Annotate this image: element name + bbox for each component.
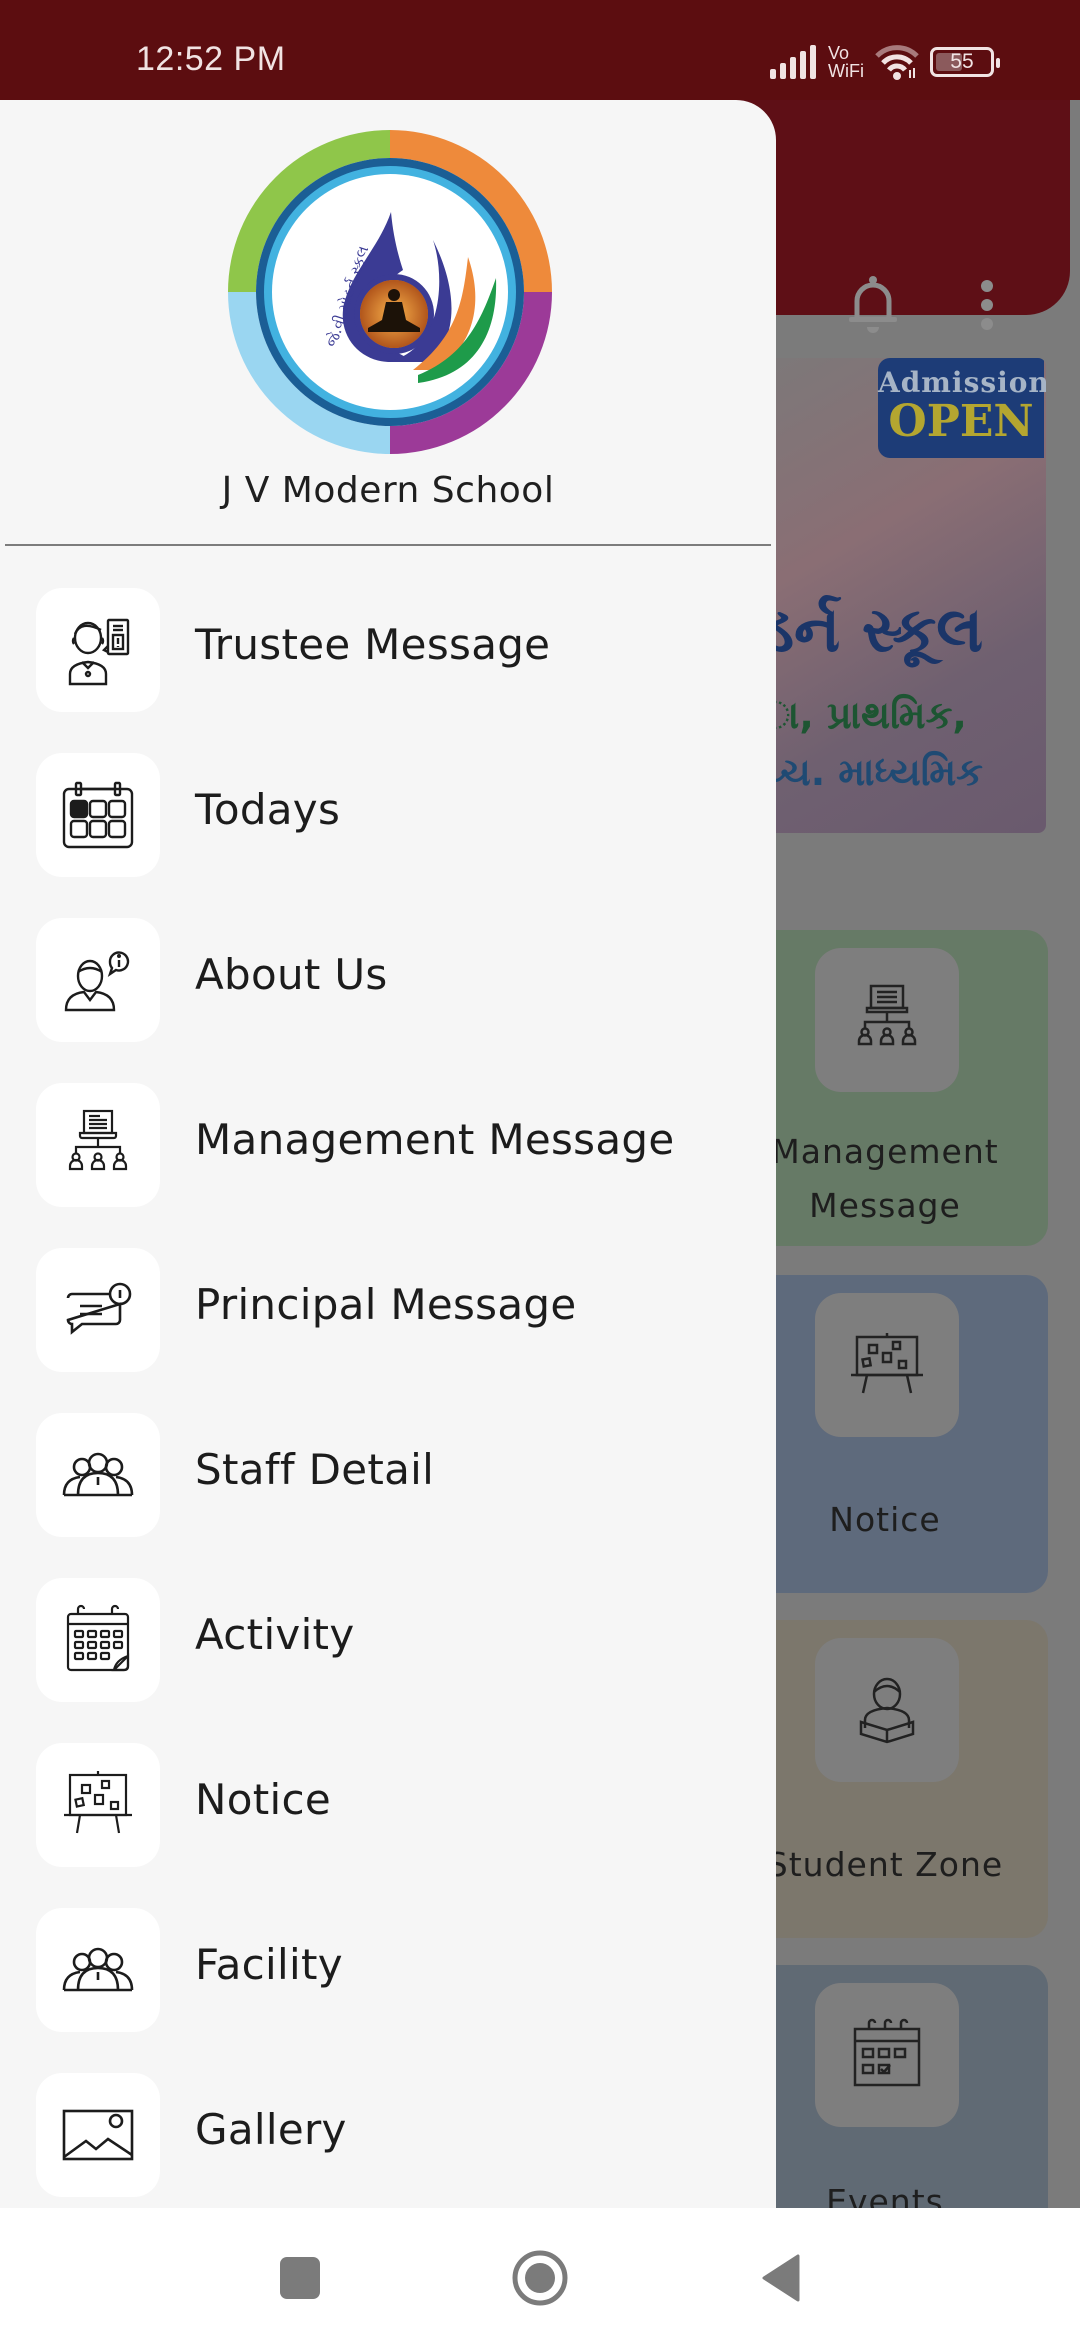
student-icon (859, 1677, 915, 1744)
activity-calendar-icon (66, 1604, 130, 1672)
menu-item-gallery[interactable]: Gallery (0, 2073, 776, 2208)
screen: Admission OPEN ડર્ન સ્કૂલ ા, પ્રાથમિક, ચ… (0, 0, 1080, 2340)
recents-icon (280, 2257, 320, 2299)
back-button[interactable] (740, 2238, 820, 2318)
menu-icon-box (36, 1743, 160, 1867)
signal-icon (770, 45, 816, 79)
menu-item-trustee-message[interactable]: Trustee Message (0, 588, 776, 753)
about-us-icon (64, 951, 130, 1012)
system-nav-bar (0, 2208, 1080, 2340)
card-icon-box (815, 948, 959, 1092)
battery-level: 55 (950, 50, 974, 73)
menu-label: Trustee Message (195, 620, 551, 669)
home-icon (512, 2250, 568, 2306)
menu-item-principal-message[interactable]: Principal Message (0, 1248, 776, 1413)
badge-line1: Admission (878, 366, 1046, 399)
staff-group-icon (62, 1452, 134, 1497)
banner-title: ડર્ન સ્કૂલ (760, 593, 984, 666)
menu-item-activity[interactable]: Activity (0, 1578, 776, 1743)
message-alert-icon (66, 1282, 132, 1335)
drawer-menu: Trustee Message Todays About Us Manageme… (0, 588, 776, 2208)
menu-icon-box (36, 918, 160, 1042)
menu-label: Activity (195, 1610, 355, 1659)
wifi-icon (875, 45, 919, 80)
gallery-image-icon (62, 2109, 134, 2161)
calendar-today-icon (62, 781, 134, 849)
home-button[interactable] (500, 2238, 580, 2318)
card-icon-box (815, 1293, 959, 1437)
status-bar: 12:52 PM Vo WiFi 55 (0, 0, 1080, 100)
menu-item-todays[interactable]: Todays (0, 753, 776, 918)
menu-icon-box (36, 753, 160, 877)
navigation-drawer: જે.વી.મોડર્ન સ્કૂલ J V Modern School Tru… (0, 100, 776, 2208)
menu-icon-box (36, 1578, 160, 1702)
card-icon-box (815, 1638, 959, 1782)
badge-line2: OPEN (888, 396, 1034, 447)
recents-button[interactable] (260, 2238, 340, 2318)
banner-subtitle-1: ા, પ્રાથમિક, (760, 693, 967, 737)
menu-label: Notice (195, 1775, 331, 1824)
events-calendar-icon (853, 2018, 921, 2087)
menu-label: Management Message (195, 1115, 675, 1164)
menu-item-staff-detail[interactable]: Staff Detail (0, 1413, 776, 1578)
battery-indicator: 55 (929, 47, 1000, 77)
menu-label: Gallery (195, 2105, 347, 2154)
menu-item-facility[interactable]: Facility (0, 1908, 776, 2073)
menu-item-management-message[interactable]: Management Message (0, 1083, 776, 1248)
admission-open-badge: Admission OPEN (878, 358, 1046, 458)
menu-icon-box (36, 2073, 160, 2197)
status-time: 12:52 PM (136, 40, 286, 78)
notice-board-icon (851, 1333, 923, 1394)
menu-icon-box (36, 1083, 160, 1207)
vowifi-label: Vo WiFi (828, 43, 864, 81)
menu-icon-box (36, 1248, 160, 1372)
menu-icon-box (36, 1413, 160, 1537)
menu-label: About Us (195, 950, 388, 999)
menu-item-about-us[interactable]: About Us (0, 918, 776, 1083)
school-name: J V Modern School (221, 470, 555, 511)
bell-icon[interactable] (845, 275, 901, 335)
more-vert-icon[interactable] (975, 278, 999, 334)
management-icon (68, 1109, 128, 1171)
menu-label: Facility (195, 1940, 343, 1989)
card-icon-box (815, 1983, 959, 2127)
management-icon (857, 984, 917, 1046)
menu-label: Principal Message (195, 1280, 577, 1329)
school-logo: જે.વી.મોડર્ન સ્કૂલ (228, 130, 552, 454)
drawer-divider (5, 544, 771, 546)
menu-icon-box (36, 588, 160, 712)
trustee-icon (68, 618, 130, 686)
menu-icon-box (36, 1908, 160, 2032)
facility-group-icon (62, 1947, 134, 1992)
back-icon (762, 2254, 800, 2302)
menu-label: Staff Detail (195, 1445, 435, 1494)
status-icons: Vo WiFi 55 (770, 40, 1000, 84)
notice-board-icon (64, 1771, 132, 1834)
menu-item-notice[interactable]: Notice (0, 1743, 776, 1908)
battery-cap (995, 58, 1000, 68)
menu-label: Todays (195, 785, 341, 834)
banner-subtitle-2: ચ્ચ. માધ્યમિક (760, 750, 983, 794)
